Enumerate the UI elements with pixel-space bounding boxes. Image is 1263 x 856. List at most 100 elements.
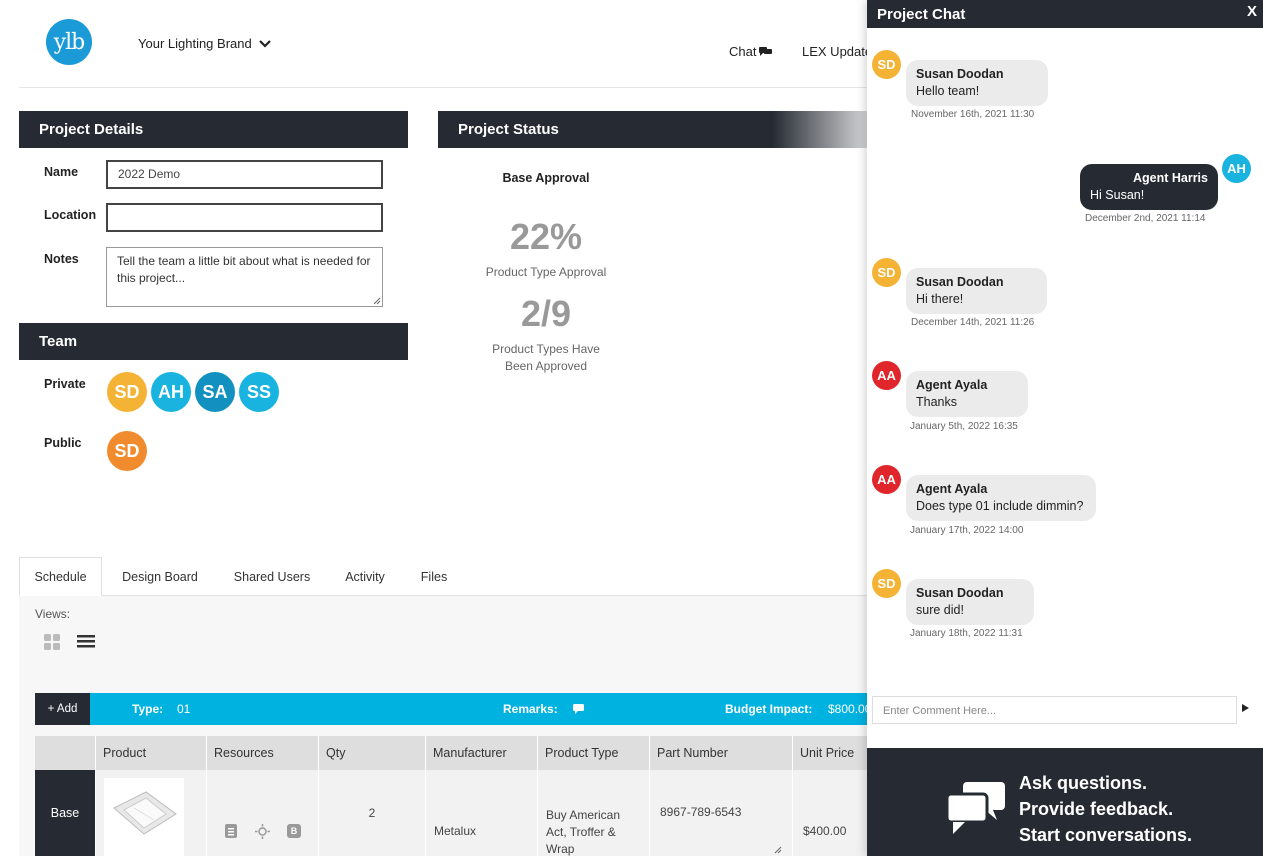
public-label: Public [44, 436, 82, 450]
resize-handle-icon[interactable] [373, 297, 381, 305]
avatar[interactable]: AH [151, 372, 191, 412]
approved-fraction: 2/9 [520, 293, 572, 334]
message-author: Agent Ayala [916, 378, 988, 392]
photometric-icon[interactable] [255, 824, 270, 839]
message-timestamp: December 14th, 2021 11:26 [911, 317, 1035, 328]
notes-placeholder: Tell the team a little bit about what is… [117, 254, 371, 285]
chat-title: Project Chat [877, 5, 966, 23]
grid-view-icon[interactable] [44, 634, 60, 650]
product-image[interactable] [104, 778, 184, 856]
project-chat-panel: Project Chat X SD Susan Doodan Hello tea… [867, 0, 1263, 856]
message-timestamp: November 16th, 2021 11:30 [911, 109, 1035, 120]
project-status-header: Project Status [438, 111, 867, 148]
brand-name: Your Lighting Brand [138, 36, 252, 51]
promo-text: Ask questions. Provide feedback. Start c… [1019, 770, 1192, 848]
chat-message: Susan Doodan Hello team! [906, 60, 1048, 106]
chat-promo-banner: Ask questions. Provide feedback. Start c… [867, 748, 1263, 856]
comment-icon[interactable] [573, 704, 584, 714]
type-bar: + Add Type: 01 Remarks: Budget Impact: $… [35, 693, 871, 725]
project-name-input[interactable]: 2022 Demo [106, 160, 383, 189]
message-text: Hi Susan! [1090, 188, 1145, 202]
header-divider [19, 87, 867, 88]
team-header: Team [19, 323, 408, 360]
product-cell [96, 770, 207, 856]
chat-message: Agent Ayala Does type 01 include dimmin? [906, 475, 1096, 521]
qty-cell: 2 [319, 770, 426, 856]
message-timestamp: January 5th, 2022 16:35 [910, 421, 1018, 432]
table-header: Product Type [538, 736, 650, 770]
remarks-label: Remarks: [503, 702, 558, 716]
spec-sheet-icon[interactable] [225, 824, 237, 838]
message-timestamp: December 2nd, 2021 11:14 [1085, 213, 1206, 224]
budget-impact-value: $800.00 [828, 702, 872, 716]
avatar[interactable]: SA [195, 372, 235, 412]
table-header: Resources [207, 736, 319, 770]
message-timestamp: January 17th, 2022 14:00 [910, 525, 1024, 536]
message-author: Agent Harris [1132, 171, 1208, 185]
manufacturer-cell: Metalux [426, 770, 538, 856]
avatar: AH [1222, 154, 1251, 183]
comment-input[interactable]: Enter Comment Here... [872, 696, 1237, 724]
tab-bar: Schedule Design Board Shared Users Activ… [19, 557, 867, 596]
unit-price-cell: $400.00 [793, 770, 867, 856]
private-label: Private [44, 377, 86, 391]
avatar: SD [872, 258, 901, 287]
nav-chat-link[interactable]: Chat [729, 44, 773, 59]
table-header: Qty [319, 736, 426, 770]
chat-bubbles-icon [759, 47, 773, 56]
part-number-input[interactable]: 8967-789-6543 [650, 770, 784, 856]
avatar: SD [872, 569, 901, 598]
part-number-cell: 8967-789-6543 [650, 770, 793, 856]
project-notes-textarea[interactable]: Tell the team a little bit about what is… [106, 247, 383, 307]
avatar[interactable]: SS [239, 372, 279, 412]
project-details-header: Project Details [19, 111, 408, 148]
resources-cell: B [207, 770, 319, 856]
name-label: Name [44, 165, 79, 179]
add-button[interactable]: + Add [35, 693, 90, 725]
project-location-input[interactable] [106, 203, 383, 232]
message-text: Hi there! [916, 292, 964, 306]
base-approval-label: Base Approval [502, 171, 590, 185]
close-icon[interactable]: X [1247, 3, 1257, 20]
tab-files[interactable]: Files [409, 557, 459, 596]
product-type-cell: Buy American Act, Troffer & Wrap [538, 770, 650, 856]
list-view-icon[interactable] [77, 634, 95, 649]
avatar[interactable]: SD [107, 431, 147, 471]
message-author: Susan Doodan [916, 275, 1004, 289]
location-label: Location [44, 208, 97, 222]
nav-chat-label: Chat [729, 44, 757, 59]
avatar: AA [872, 465, 901, 494]
fraction-label-line2: Been Approved [504, 359, 588, 373]
tab-schedule[interactable]: Schedule [19, 557, 102, 596]
message-author: Agent Ayala [916, 482, 988, 496]
message-text: sure did! [916, 603, 964, 617]
tab-design-board[interactable]: Design Board [109, 557, 211, 596]
fraction-label-line1: Product Types Have [492, 342, 600, 356]
tab-activity[interactable]: Activity [332, 557, 398, 596]
chat-message: Agent Harris Hi Susan! [1080, 164, 1218, 210]
chat-bubbles-icon [945, 782, 1005, 834]
resize-handle-icon[interactable] [774, 846, 782, 854]
brand-logo[interactable]: ylb [46, 19, 92, 65]
nav-lex-update-link[interactable]: LEX Update [802, 44, 872, 59]
avatar[interactable]: SD [107, 372, 147, 412]
table-header: Unit Price [793, 736, 867, 770]
approval-percent: 22% [509, 216, 583, 257]
chat-message: Susan Doodan Hi there! [906, 268, 1047, 314]
promo-line: Ask questions. [1019, 773, 1148, 793]
table-header: Product [96, 736, 207, 770]
bim-icon[interactable]: B [287, 824, 301, 838]
chevron-down-icon [258, 39, 271, 48]
tab-shared-users[interactable]: Shared Users [222, 557, 322, 596]
message-timestamp: January 18th, 2022 11:31 [910, 628, 1023, 639]
message-text: Thanks [916, 395, 957, 409]
chat-header: Project Chat [867, 0, 1263, 28]
message-text: Hello team! [916, 84, 980, 98]
promo-line: Start conversations. [1019, 825, 1193, 845]
approved-fraction-label: Product Types Have Been Approved [466, 341, 626, 375]
type-value: 01 [177, 702, 191, 716]
send-icon[interactable] [1242, 704, 1249, 712]
promo-line: Provide feedback. [1019, 799, 1174, 819]
brand-selector[interactable]: Your Lighting Brand [138, 36, 272, 51]
avatar: SD [872, 50, 901, 79]
